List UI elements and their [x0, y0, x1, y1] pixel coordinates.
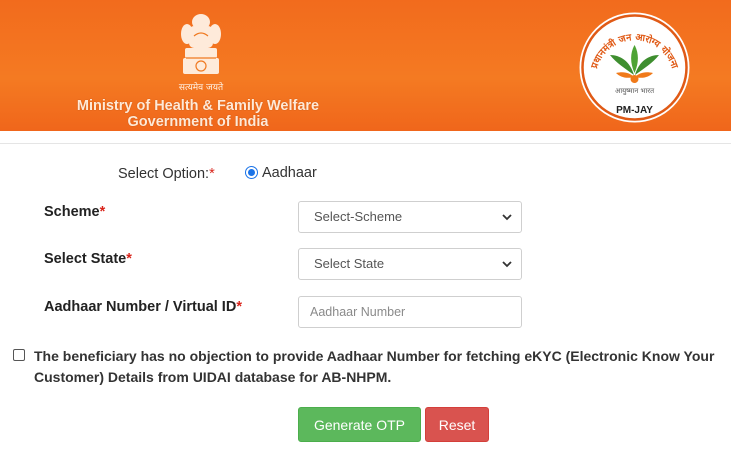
aadhaar-radio-label[interactable]: Aadhaar — [262, 165, 317, 181]
chevron-down-icon — [502, 214, 512, 221]
pmjay-logo: प्रधानमंत्री जन आरोग्य योजना आयुष्मान भा… — [579, 12, 690, 123]
aadhaar-number-label: Aadhaar Number / Virtual ID* — [44, 299, 242, 315]
state-select[interactable]: Select State — [298, 248, 522, 280]
chevron-down-icon — [502, 261, 512, 268]
header-divider — [0, 143, 731, 144]
aadhaar-radio[interactable] — [245, 166, 258, 179]
logo-bottom-text: आयुष्मान भारत — [615, 87, 655, 95]
ministry-title: Ministry of Health & Family Welfare Gove… — [68, 98, 328, 130]
consent-text: The beneficiary has no objection to prov… — [34, 348, 715, 385]
ministry-line-2: Government of India — [127, 114, 269, 130]
aadhaar-number-input[interactable]: Aadhaar Number — [298, 296, 522, 328]
reset-button[interactable]: Reset — [425, 407, 489, 442]
scheme-select[interactable]: Select-Scheme — [298, 201, 522, 233]
generate-otp-button[interactable]: Generate OTP — [298, 407, 421, 442]
ministry-line-1: Ministry of Health & Family Welfare — [76, 98, 320, 114]
scheme-label: Scheme* — [44, 204, 106, 220]
emblem-motto: सत्यमेव जयते — [178, 83, 224, 93]
header-banner: सत्यमेव जयते Ministry of Health & Family… — [0, 0, 731, 131]
state-label: Select State* — [44, 251, 132, 267]
select-option-label: Select Option:* — [118, 166, 215, 182]
consent-checkbox[interactable] — [13, 349, 25, 361]
logo-ribbon-text: PM-JAY — [616, 105, 653, 116]
